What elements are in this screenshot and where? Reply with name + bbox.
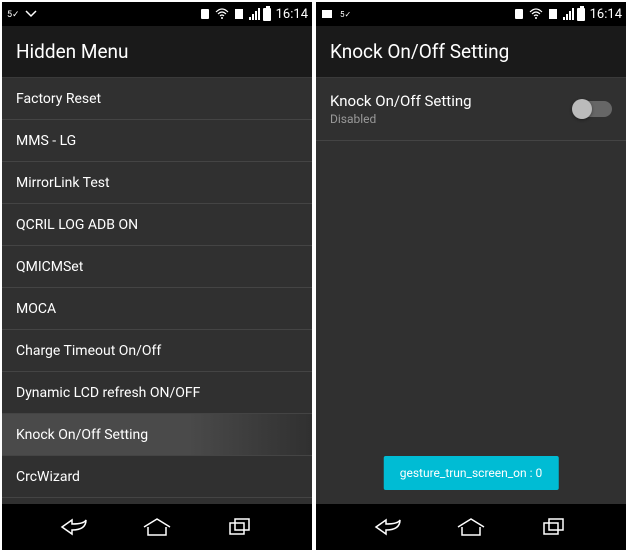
menu-item[interactable]: MMS - LG bbox=[2, 120, 312, 162]
back-button[interactable] bbox=[363, 512, 413, 542]
signal-icon bbox=[563, 8, 574, 20]
nav-bar bbox=[2, 504, 312, 550]
recent-button[interactable] bbox=[215, 512, 265, 542]
status-right: 16:14 bbox=[198, 7, 308, 22]
nav-bar bbox=[316, 504, 626, 550]
wifi-icon bbox=[215, 7, 229, 21]
clock: 16:14 bbox=[590, 7, 622, 22]
data-icon bbox=[232, 7, 246, 21]
data-icon bbox=[546, 7, 560, 21]
menu-item[interactable]: QMICMSet bbox=[2, 246, 312, 288]
setting-text: Knock On/Off Setting Disabled bbox=[330, 92, 472, 126]
signal-icon bbox=[249, 8, 260, 20]
status-bar: 5✓ 16:14 bbox=[316, 2, 626, 26]
menu-item[interactable]: MOCA bbox=[2, 288, 312, 330]
sim-icon bbox=[512, 7, 526, 21]
phone-left: 5✓ 16:14 Hidden Menu Factory ResetMMS bbox=[2, 2, 312, 550]
status-right: 16:14 bbox=[512, 7, 622, 22]
menu-item[interactable]: QCRIL LOG ADB ON bbox=[2, 204, 312, 246]
screen-title: Hidden Menu bbox=[2, 26, 312, 78]
status-left: 5✓ bbox=[320, 7, 352, 21]
status-bar: 5✓ 16:14 bbox=[2, 2, 312, 26]
menu-item[interactable]: Charge Timeout On/Off bbox=[2, 330, 312, 372]
svg-text:5✓: 5✓ bbox=[7, 10, 19, 20]
clock: 16:14 bbox=[276, 7, 308, 22]
setting-title: Knock On/Off Setting bbox=[330, 92, 472, 110]
setting-status: Disabled bbox=[330, 112, 472, 126]
menu-item[interactable]: Factory Reset bbox=[2, 78, 312, 120]
menu-item[interactable]: Port check Test bbox=[2, 498, 312, 504]
chevron-down-icon bbox=[24, 7, 38, 21]
recent-button[interactable] bbox=[529, 512, 579, 542]
menu-list: Factory ResetMMS - LGMirrorLink TestQCRI… bbox=[2, 78, 312, 504]
battery-icon bbox=[577, 8, 585, 21]
menu-content: Factory ResetMMS - LGMirrorLink TestQCRI… bbox=[2, 78, 312, 504]
menu-item[interactable]: CrcWizard bbox=[2, 456, 312, 498]
back-button[interactable] bbox=[49, 512, 99, 542]
photo-icon bbox=[320, 7, 334, 21]
toast-message: gesture_trun_screen_on : 0 bbox=[384, 456, 559, 490]
svg-text:5✓: 5✓ bbox=[340, 10, 350, 19]
status-left: 5✓ bbox=[6, 7, 38, 21]
wifi-icon bbox=[529, 7, 543, 21]
screen-title: Knock On/Off Setting bbox=[316, 26, 626, 78]
menu-item[interactable]: Dynamic LCD refresh ON/OFF bbox=[2, 372, 312, 414]
setting-content: Knock On/Off Setting Disabled gesture_tr… bbox=[316, 78, 626, 504]
knock-toggle[interactable] bbox=[574, 101, 612, 117]
menu-item[interactable]: Knock On/Off Setting bbox=[2, 414, 312, 456]
knock-setting-row[interactable]: Knock On/Off Setting Disabled bbox=[316, 78, 626, 141]
toggle-knob bbox=[572, 99, 592, 119]
home-button[interactable] bbox=[132, 512, 182, 542]
menu-item[interactable]: MirrorLink Test bbox=[2, 162, 312, 204]
phone-right: 5✓ 16:14 Knock On/Off Setting Knock On/O… bbox=[316, 2, 626, 550]
network-icon: 5✓ bbox=[338, 7, 352, 21]
battery-icon bbox=[263, 8, 271, 21]
sim-icon bbox=[198, 7, 212, 21]
home-button[interactable] bbox=[446, 512, 496, 542]
network-icon: 5✓ bbox=[6, 7, 20, 21]
